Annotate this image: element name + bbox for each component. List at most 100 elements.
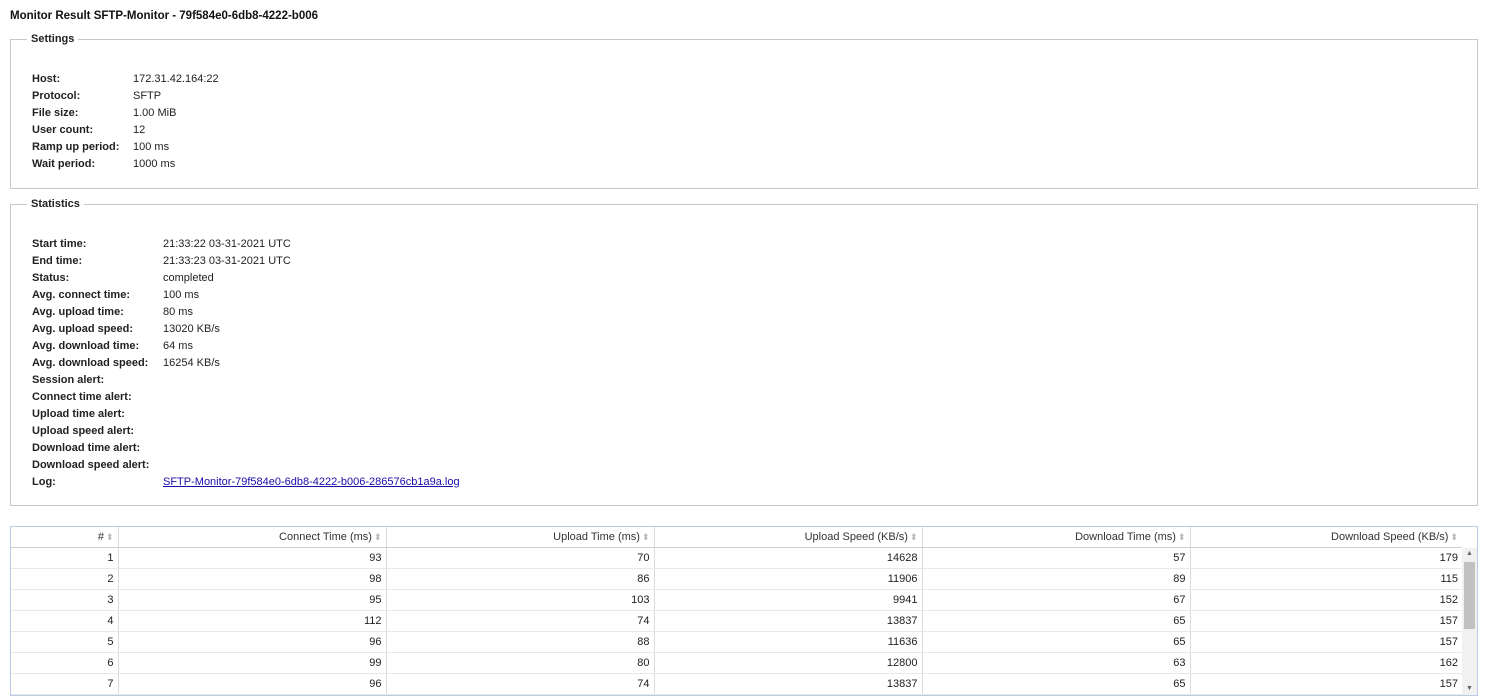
table-cell: 162	[1190, 652, 1462, 674]
settings-label: User count:	[32, 124, 94, 136]
table-cell: 9941	[654, 589, 923, 611]
table-cell: 1	[11, 547, 119, 569]
table-cell: 112	[118, 610, 387, 632]
column-header[interactable]: Upload Time (ms) ⬍	[386, 527, 655, 548]
settings-row: File size: 1.00 MiB	[32, 105, 219, 122]
scroll-up-icon[interactable]: ▲	[1462, 548, 1477, 560]
sort-arrows-icon[interactable]: ⬍	[374, 532, 382, 542]
statistics-panel: Statistics Start time: 21:33:22 03-31-202…	[10, 198, 1478, 506]
statistics-value: 21:33:23 03-31-2021 UTC	[163, 255, 291, 267]
sort-arrows-icon[interactable]: ⬍	[642, 532, 650, 542]
statistics-row: Session alert:	[32, 372, 460, 389]
table-cell: 74	[386, 610, 655, 632]
table-cell: 98	[118, 568, 387, 590]
statistics-value: 16254 KB/s	[163, 357, 220, 369]
settings-label: Protocol:	[32, 90, 81, 102]
results-table: # ⬍ Connect Time (ms) ⬍ Upload Time (ms) ⬍ Upl…	[11, 527, 1462, 695]
table-cell: 65	[922, 673, 1191, 695]
table-cell: 74	[386, 673, 655, 695]
table-row: 4 112 74 13837 65 157	[11, 610, 1462, 632]
table-cell: 65	[922, 610, 1191, 632]
results-table-container: # ⬍ Connect Time (ms) ⬍ Upload Time (ms) ⬍ Upl…	[10, 526, 1478, 696]
table-row: 7 96 74 13837 65 157	[11, 673, 1462, 695]
table-cell: 152	[1190, 589, 1462, 611]
settings-label: Wait period:	[32, 158, 96, 170]
table-row: 5 96 88 11636 65 157	[11, 631, 1462, 653]
sort-arrows-icon[interactable]: ⬍	[1450, 532, 1458, 542]
settings-list: Host: 172.31.42.164:22 Protocol: SFTP File s…	[32, 71, 219, 173]
table-cell: 115	[1190, 568, 1462, 590]
sort-arrows-icon[interactable]: ⬍	[106, 532, 114, 542]
statistics-value: completed	[163, 272, 214, 284]
column-header[interactable]: Download Speed (KB/s) ⬍	[1190, 527, 1462, 548]
statistics-row: Download time alert:	[32, 440, 460, 457]
statistics-label: Status:	[32, 272, 70, 284]
column-header[interactable]: Connect Time (ms) ⬍	[118, 527, 387, 548]
settings-label: Ramp up period:	[32, 141, 120, 153]
settings-row: Protocol: SFTP	[32, 88, 219, 105]
statistics-row: Avg. download time: 64 ms	[32, 338, 460, 355]
table-body: 1 93 70 14628 57 179 2 98 86 11906 89 115 3 95 103 9941…	[11, 547, 1462, 695]
statistics-row: Status: completed	[32, 270, 460, 287]
table-cell: 70	[386, 547, 655, 569]
table-cell: 86	[386, 568, 655, 590]
settings-row: Wait period: 1000 ms	[32, 156, 219, 173]
settings-value: 12	[133, 124, 146, 136]
table-cell: 4	[11, 610, 119, 632]
table-cell: 157	[1190, 610, 1462, 632]
table-cell: 95	[118, 589, 387, 611]
statistics-value: 21:33:22 03-31-2021 UTC	[163, 238, 291, 250]
table-cell: 179	[1190, 547, 1462, 569]
column-header[interactable]: # ⬍	[11, 527, 119, 548]
table-cell: 99	[118, 652, 387, 674]
statistics-label: Download time alert:	[32, 442, 141, 454]
table-header-row: # ⬍ Connect Time (ms) ⬍ Upload Time (ms) ⬍ Upl…	[11, 527, 1462, 548]
table-row: 3 95 103 9941 67 152	[11, 589, 1462, 611]
settings-value: SFTP	[133, 90, 162, 102]
page-title: Monitor Result SFTP-Monitor - 79f584e0-6…	[10, 10, 319, 22]
statistics-label: End time:	[32, 255, 83, 267]
statistics-value: 13020 KB/s	[163, 323, 220, 335]
settings-row: Ramp up period: 100 ms	[32, 139, 219, 156]
settings-label: File size:	[32, 107, 79, 119]
statistics-row: Upload time alert:	[32, 406, 460, 423]
statistics-label: Connect time alert:	[32, 391, 132, 403]
statistics-label: Download speed alert:	[32, 459, 150, 471]
column-header[interactable]: Download Time (ms) ⬍	[922, 527, 1191, 548]
table-cell: 80	[386, 652, 655, 674]
settings-value: 1.00 MiB	[133, 107, 177, 119]
statistics-row: Download speed alert:	[32, 457, 460, 474]
settings-label: Host:	[32, 73, 61, 85]
statistics-label: Avg. connect time:	[32, 289, 130, 301]
settings-legend: Settings	[31, 33, 75, 45]
statistics-label: Upload time alert:	[32, 408, 125, 420]
table-cell: 103	[386, 589, 655, 611]
sort-arrows-icon[interactable]: ⬍	[910, 532, 918, 542]
table-cell: 3	[11, 589, 119, 611]
table-cell: 65	[922, 631, 1191, 653]
statistics-value: 64 ms	[163, 340, 193, 352]
table-cell: 5	[11, 631, 119, 653]
statistics-label: Session alert:	[32, 374, 105, 386]
table-cell: 157	[1190, 673, 1462, 695]
statistics-list: Start time: 21:33:22 03-31-2021 UTC End ti…	[32, 236, 460, 491]
log-file-link[interactable]: SFTP-Monitor-79f584e0-6db8-4222-b006-286…	[163, 476, 460, 488]
statistics-label: Avg. download time:	[32, 340, 140, 352]
statistics-row: Start time: 21:33:22 03-31-2021 UTC	[32, 236, 460, 253]
table-cell: 6	[11, 652, 119, 674]
scrollbar-thumb[interactable]	[1464, 562, 1475, 629]
statistics-row: Avg. upload time: 80 ms	[32, 304, 460, 321]
settings-row: User count: 12	[32, 122, 219, 139]
statistics-label: Avg. upload speed:	[32, 323, 134, 335]
statistics-value: 100 ms	[163, 289, 200, 301]
vertical-scrollbar[interactable]: ▲ ▼	[1462, 548, 1477, 695]
table-cell: 11636	[654, 631, 923, 653]
sort-arrows-icon[interactable]: ⬍	[1178, 532, 1186, 542]
scroll-down-icon[interactable]: ▼	[1462, 683, 1477, 695]
table-cell: 93	[118, 547, 387, 569]
column-header-label: Upload Speed (KB/s)	[804, 531, 908, 543]
statistics-label: Start time:	[32, 238, 87, 250]
column-header[interactable]: Upload Speed (KB/s) ⬍	[654, 527, 923, 548]
table-cell: 88	[386, 631, 655, 653]
table-row: 2 98 86 11906 89 115	[11, 568, 1462, 590]
